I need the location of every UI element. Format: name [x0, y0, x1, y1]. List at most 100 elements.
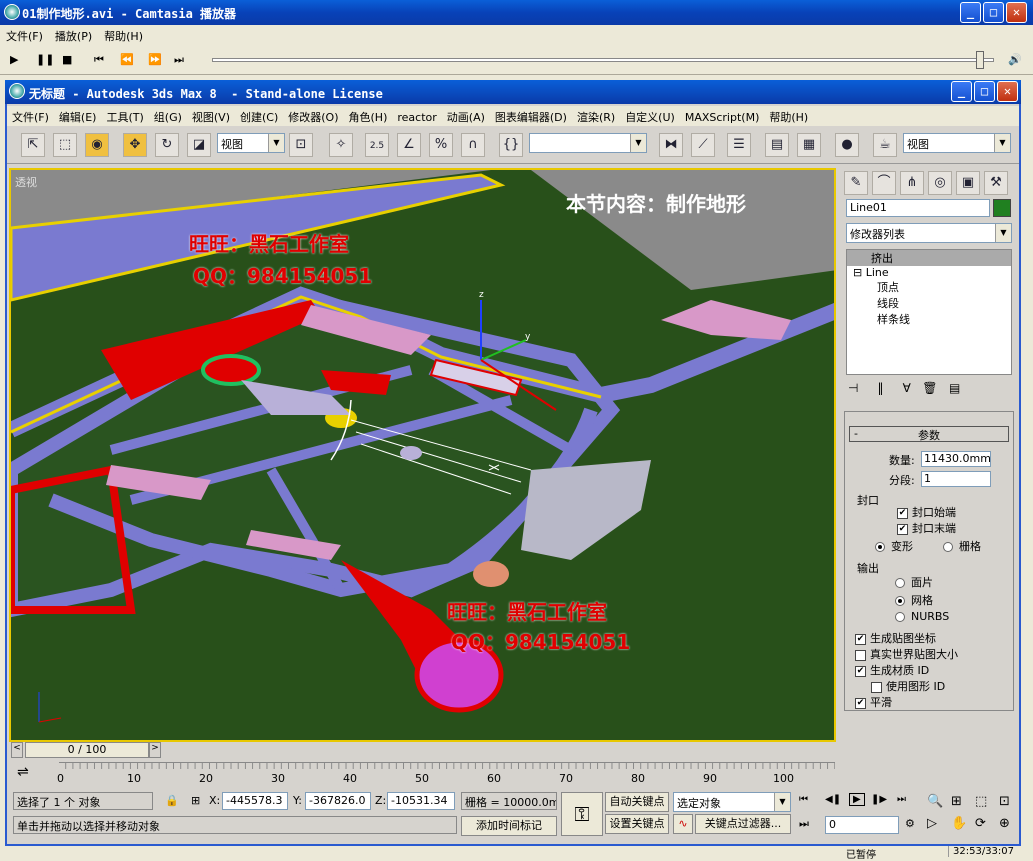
- zoom-all-icon[interactable]: ⊞: [951, 794, 962, 809]
- spinner-snap-icon[interactable]: ∩: [461, 133, 485, 157]
- render-type-combo[interactable]: 视图 ▼: [903, 133, 1011, 153]
- patch-radio[interactable]: 面片: [895, 574, 933, 590]
- absolute-mode-icon[interactable]: ⊞: [191, 794, 200, 807]
- perspective-viewport[interactable]: 透视 本节内容：制作地形 旺旺：黑石工作室 QQ：984154051 旺旺：黑石…: [9, 168, 836, 742]
- window-crossing-icon[interactable]: ◉: [85, 133, 109, 157]
- amount-spinner[interactable]: 11430.0mm: [921, 451, 991, 467]
- y-coord-field[interactable]: -367826.0: [305, 792, 371, 810]
- segments-spinner[interactable]: 1: [921, 471, 991, 487]
- max-menu-render[interactable]: 渲染(R): [572, 106, 620, 128]
- stop-icon[interactable]: ■: [62, 53, 72, 66]
- named-selection-combo[interactable]: ▼: [529, 133, 647, 153]
- goto-start-icon[interactable]: ⏮: [799, 794, 808, 805]
- gen-map-checkbox[interactable]: ✔ 生成贴图坐标: [855, 630, 936, 646]
- angle-snap-icon[interactable]: ∠: [397, 133, 421, 157]
- slider-next-icon[interactable]: >: [149, 742, 161, 758]
- render-scene-icon[interactable]: ☕: [873, 133, 897, 157]
- snap-icon[interactable]: 2.5: [365, 133, 389, 157]
- track-bar[interactable]: ⇌ 0 10 20 30 40 50 60 70 80 90 100: [7, 762, 837, 790]
- play-icon[interactable]: ▶: [10, 53, 18, 66]
- show-end-result-icon[interactable]: ‖: [878, 381, 884, 395]
- slider-prev-icon[interactable]: <: [11, 742, 23, 758]
- grid-radio[interactable]: 栅格: [943, 538, 981, 554]
- object-name-field[interactable]: Line01: [846, 199, 990, 217]
- pan-icon[interactable]: ✋: [951, 816, 967, 831]
- smooth-checkbox[interactable]: ✔ 平滑: [855, 694, 892, 710]
- max-menu-character[interactable]: 角色(H): [344, 106, 393, 128]
- utilities-tab-icon[interactable]: ⚒: [984, 171, 1008, 195]
- first-frame-icon[interactable]: ⏮: [94, 53, 104, 67]
- max-menu-modifiers[interactable]: 修改器(O): [283, 106, 343, 128]
- layer-manager-icon[interactable]: ☰: [727, 133, 751, 157]
- max-menu-reactor[interactable]: reactor: [392, 108, 441, 127]
- maximize-viewport-icon[interactable]: ⊕: [999, 816, 1010, 831]
- set-key-button[interactable]: 设置关键点: [605, 814, 669, 834]
- max-menu-animation[interactable]: 动画(A): [442, 106, 490, 128]
- modifier-list-combo[interactable]: 修改器列表 ▼: [846, 223, 1012, 243]
- morph-radio[interactable]: 变形: [875, 538, 913, 554]
- max-menu-group[interactable]: 组(G): [149, 106, 187, 128]
- max-menu-file[interactable]: 文件(F): [7, 106, 54, 128]
- hierarchy-tab-icon[interactable]: ⋔: [900, 171, 924, 195]
- modify-tab-icon[interactable]: ⌒: [872, 171, 896, 195]
- last-frame-icon[interactable]: ⏭: [174, 53, 184, 67]
- pivot-icon[interactable]: ⊡: [289, 133, 313, 157]
- minimize-button[interactable]: _: [960, 2, 981, 23]
- configure-sets-icon[interactable]: ▤: [949, 381, 960, 395]
- cap-start-checkbox[interactable]: ✔ 封口始端: [897, 504, 956, 520]
- max-menu-help[interactable]: 帮助(H): [764, 106, 813, 128]
- stack-spline[interactable]: 样条线: [847, 311, 1011, 327]
- select-object-icon[interactable]: ⇱: [21, 133, 45, 157]
- orbit-icon[interactable]: ⟳: [975, 816, 986, 831]
- add-time-tag-button[interactable]: 添加时间标记: [461, 816, 557, 836]
- max-menu-graph[interactable]: 图表编辑器(D): [490, 106, 572, 128]
- max-menu-tools[interactable]: 工具(T): [101, 106, 148, 128]
- percent-snap-icon[interactable]: %: [429, 133, 453, 157]
- menu-help[interactable]: 帮助(H): [98, 25, 149, 47]
- manipulate-icon[interactable]: ✧: [329, 133, 353, 157]
- time-slider-thumb[interactable]: 0 / 100: [25, 742, 149, 758]
- rotate-icon[interactable]: ↻: [155, 133, 179, 157]
- menu-play[interactable]: 播放(P): [49, 25, 98, 47]
- stack-line[interactable]: ⊟ Line: [847, 266, 1011, 279]
- create-tab-icon[interactable]: ✎: [844, 171, 868, 195]
- next-frame-icon[interactable]: ❚▶: [871, 794, 887, 805]
- current-frame-field[interactable]: 0: [825, 816, 899, 834]
- key-mode-combo[interactable]: 选定对象 ▼: [673, 792, 791, 812]
- scale-icon[interactable]: ◪: [187, 133, 211, 157]
- region-select-icon[interactable]: ⬚: [53, 133, 77, 157]
- named-selection-icon[interactable]: {}: [499, 133, 523, 157]
- max-minimize-button[interactable]: _: [951, 81, 972, 102]
- max-close-button[interactable]: ✕: [997, 81, 1018, 102]
- open-mini-curve-icon[interactable]: ⇌: [17, 764, 29, 780]
- key-filters-button[interactable]: 关键点过滤器...: [695, 814, 791, 834]
- cap-end-checkbox[interactable]: ✔ 封口末端: [897, 520, 956, 536]
- fast-forward-icon[interactable]: ⏩: [148, 53, 162, 66]
- reference-coord-combo[interactable]: 视图 ▼: [217, 133, 285, 153]
- menu-file[interactable]: 文件(F): [0, 25, 49, 47]
- maximize-button[interactable]: □: [983, 2, 1004, 23]
- key-icon[interactable]: ⚿: [561, 792, 603, 836]
- gen-mat-checkbox[interactable]: ✔ 生成材质 ID: [855, 662, 929, 678]
- modifier-stack[interactable]: 挤出 ⊟ Line 顶点 线段 样条线: [846, 249, 1012, 375]
- params-title[interactable]: - 参数: [849, 426, 1009, 442]
- key-mode-toggle-icon[interactable]: ⏭: [799, 817, 809, 831]
- seek-thumb[interactable]: [976, 51, 984, 69]
- pause-icon[interactable]: ❚❚: [36, 53, 54, 66]
- max-menu-create[interactable]: 创建(C): [235, 106, 283, 128]
- close-button[interactable]: ✕: [1006, 2, 1027, 23]
- zoom-extents-icon[interactable]: ⬚: [975, 794, 987, 809]
- rewind-icon[interactable]: ⏪: [120, 53, 134, 66]
- x-coord-field[interactable]: -445578.3: [222, 792, 288, 810]
- volume-icon[interactable]: 🔊: [1008, 53, 1022, 66]
- object-color-swatch[interactable]: [993, 199, 1011, 217]
- stack-vertex[interactable]: 顶点: [847, 279, 1011, 295]
- motion-tab-icon[interactable]: ◎: [928, 171, 952, 195]
- nurbs-radio[interactable]: NURBS: [895, 610, 949, 623]
- schematic-view-icon[interactable]: ▦: [797, 133, 821, 157]
- seek-bar[interactable]: [212, 58, 994, 62]
- max-menu-maxscript[interactable]: MAXScript(M): [680, 108, 765, 127]
- time-config-icon[interactable]: ⚙: [905, 817, 915, 830]
- zoom-extents-all-icon[interactable]: ⊡: [999, 794, 1010, 809]
- align-icon[interactable]: ⟋: [691, 133, 715, 157]
